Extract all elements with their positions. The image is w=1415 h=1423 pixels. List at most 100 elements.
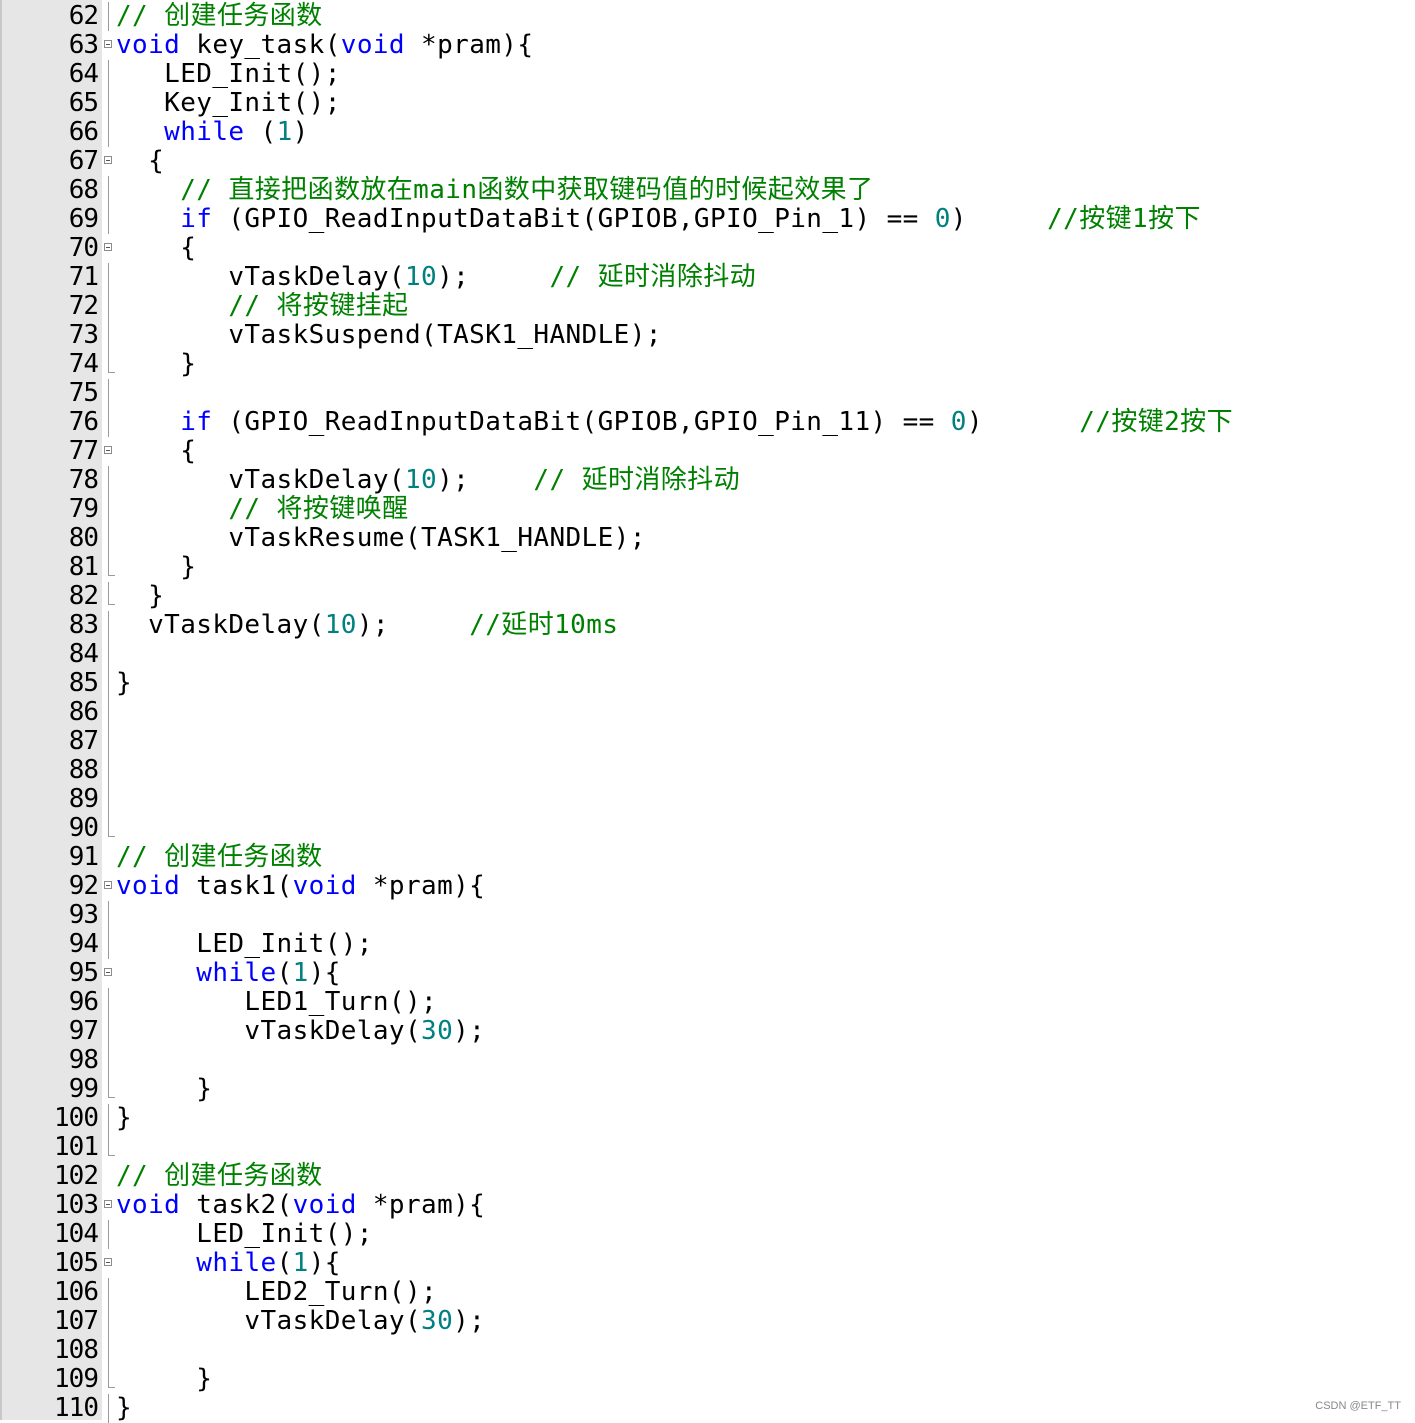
line-number: 83 [68, 610, 99, 640]
code-line[interactable]: 110} [0, 1394, 1415, 1423]
code-token-plain: vTaskDelay( [116, 465, 405, 495]
code-line[interactable]: 69 if (GPIO_ReadInputDataBit(GPIOB,GPIO_… [0, 205, 1415, 234]
code-text: vTaskDelay(30); [116, 1017, 485, 1046]
fold-collapse-icon[interactable] [104, 243, 112, 251]
code-line[interactable]: 89 [0, 785, 1415, 814]
code-line[interactable]: 79 // 将按键唤醒 [0, 495, 1415, 524]
code-line[interactable]: 74 } [0, 350, 1415, 379]
fold-collapse-icon[interactable] [104, 881, 112, 889]
code-text: while(1){ [116, 959, 341, 988]
code-line[interactable]: 97 vTaskDelay(30); [0, 1017, 1415, 1046]
code-line[interactable]: 86 [0, 698, 1415, 727]
code-token-keyword: if [180, 407, 213, 437]
line-number: 84 [68, 639, 99, 669]
code-line[interactable]: 67 { [0, 147, 1415, 176]
fold-guide [108, 1336, 109, 1365]
code-line[interactable]: 91 // 创建任务函数 [0, 843, 1415, 872]
code-line[interactable]: 87 [0, 727, 1415, 756]
fold-end-marker [108, 553, 115, 576]
code-line[interactable]: 85} [0, 669, 1415, 698]
fold-collapse-icon[interactable] [104, 1200, 112, 1208]
fold-guide [108, 263, 109, 292]
code-line[interactable]: 63 void key_task(void *pram){ [0, 31, 1415, 60]
code-line[interactable]: 84 [0, 640, 1415, 669]
code-token-plain: vTaskDelay( [116, 610, 325, 640]
code-line[interactable]: 105 while(1){ [0, 1249, 1415, 1278]
code-line[interactable]: 96 LED1_Turn(); [0, 988, 1415, 1017]
code-line[interactable]: 66 while (1) [0, 118, 1415, 147]
code-line[interactable]: 68 // 直接把函数放在main函数中获取键码值的时候起效果了 [0, 176, 1415, 205]
code-token-plain: ); [453, 1016, 486, 1046]
code-line[interactable]: 82 } [0, 582, 1415, 611]
fold-collapse-icon[interactable] [104, 968, 112, 976]
code-token-keyword: void [292, 1190, 357, 1220]
code-token-plain: } [116, 349, 197, 379]
code-line[interactable]: 65 Key_Init(); [0, 89, 1415, 118]
code-line[interactable]: 106 LED2_Turn(); [0, 1278, 1415, 1307]
code-line[interactable]: 77 { [0, 437, 1415, 466]
code-line[interactable]: 108 [0, 1336, 1415, 1365]
code-token-plain: } [116, 1364, 213, 1394]
fold-collapse-icon[interactable] [104, 1258, 112, 1266]
code-line[interactable]: 75 [0, 379, 1415, 408]
line-number: 75 [68, 378, 99, 408]
code-token-number: 10 [404, 465, 438, 495]
code-token-keyword: void [116, 1190, 181, 1220]
code-line[interactable]: 100} [0, 1104, 1415, 1133]
code-line[interactable]: 62 // 创建任务函数 [0, 2, 1415, 31]
code-line[interactable]: 78 vTaskDelay(10); // 延时消除抖动 [0, 466, 1415, 495]
code-line[interactable]: 81 } [0, 553, 1415, 582]
code-line[interactable]: 73 vTaskSuspend(TASK1_HANDLE); [0, 321, 1415, 350]
fold-collapse-icon[interactable] [104, 156, 112, 164]
code-line[interactable]: 88 [0, 756, 1415, 785]
code-token-number: 0 [934, 204, 951, 234]
code-token-plain: } [116, 1074, 213, 1104]
code-line[interactable]: 107 vTaskDelay(30); [0, 1307, 1415, 1336]
code-line[interactable]: 102 // 创建任务函数 [0, 1162, 1415, 1191]
code-token-plain: } [116, 1393, 133, 1423]
code-text: LED_Init(); [116, 930, 373, 959]
code-line[interactable]: 104 LED_Init(); [0, 1220, 1415, 1249]
code-line[interactable]: 93 [0, 901, 1415, 930]
code-text: } [116, 350, 196, 379]
code-line[interactable]: 83 vTaskDelay(10); //延时10ms [0, 611, 1415, 640]
code-line[interactable]: 101 [0, 1133, 1415, 1162]
line-number: 64 [68, 59, 99, 89]
code-token-plain: LED_Init(); [116, 59, 341, 89]
code-text: { [116, 234, 196, 263]
code-line[interactable]: 72 // 将按键挂起 [0, 292, 1415, 321]
line-number: 106 [54, 1277, 99, 1307]
code-line[interactable]: 92 void task1(void *pram){ [0, 872, 1415, 901]
code-token-plain: LED2_Turn(); [116, 1277, 438, 1307]
line-number: 85 [68, 668, 99, 698]
line-number: 68 [68, 175, 99, 205]
line-number: 65 [68, 88, 99, 118]
fold-collapse-icon[interactable] [104, 446, 112, 454]
code-line[interactable]: 76 if (GPIO_ReadInputDataBit(GPIOB,GPIO_… [0, 408, 1415, 437]
fold-collapse-icon[interactable] [104, 40, 112, 48]
fold-end-marker [108, 1365, 115, 1388]
fold-guide [108, 1104, 109, 1133]
code-line[interactable]: 98 [0, 1046, 1415, 1075]
code-line[interactable]: 103 void task2(void *pram){ [0, 1191, 1415, 1220]
code-line[interactable]: 80 vTaskResume(TASK1_HANDLE); [0, 524, 1415, 553]
code-text: if (GPIO_ReadInputDataBit(GPIOB,GPIO_Pin… [116, 205, 1201, 234]
code-line[interactable]: 95 while(1){ [0, 959, 1415, 988]
code-token-keyword: void [116, 30, 181, 60]
code-line[interactable]: 70 { [0, 234, 1415, 263]
code-line[interactable]: 109 } [0, 1365, 1415, 1394]
code-lines[interactable]: 62// 创建任务函数 63 void key_task(void *pram){6… [0, 2, 1415, 1423]
line-number: 107 [54, 1306, 99, 1336]
code-token-plain: ); [437, 262, 550, 292]
code-line[interactable]: 99 } [0, 1075, 1415, 1104]
fold-guide [108, 379, 109, 408]
code-line[interactable]: 71 vTaskDelay(10); // 延时消除抖动 [0, 263, 1415, 292]
code-line[interactable]: 64 LED_Init(); [0, 60, 1415, 89]
fold-guide [108, 988, 109, 1017]
code-line[interactable]: 90 [0, 814, 1415, 843]
code-token-comment: // 延时消除抖动 [533, 465, 740, 495]
code-line[interactable]: 94 LED_Init(); [0, 930, 1415, 959]
code-token-comment: // 创建任务函数 [116, 1, 323, 31]
